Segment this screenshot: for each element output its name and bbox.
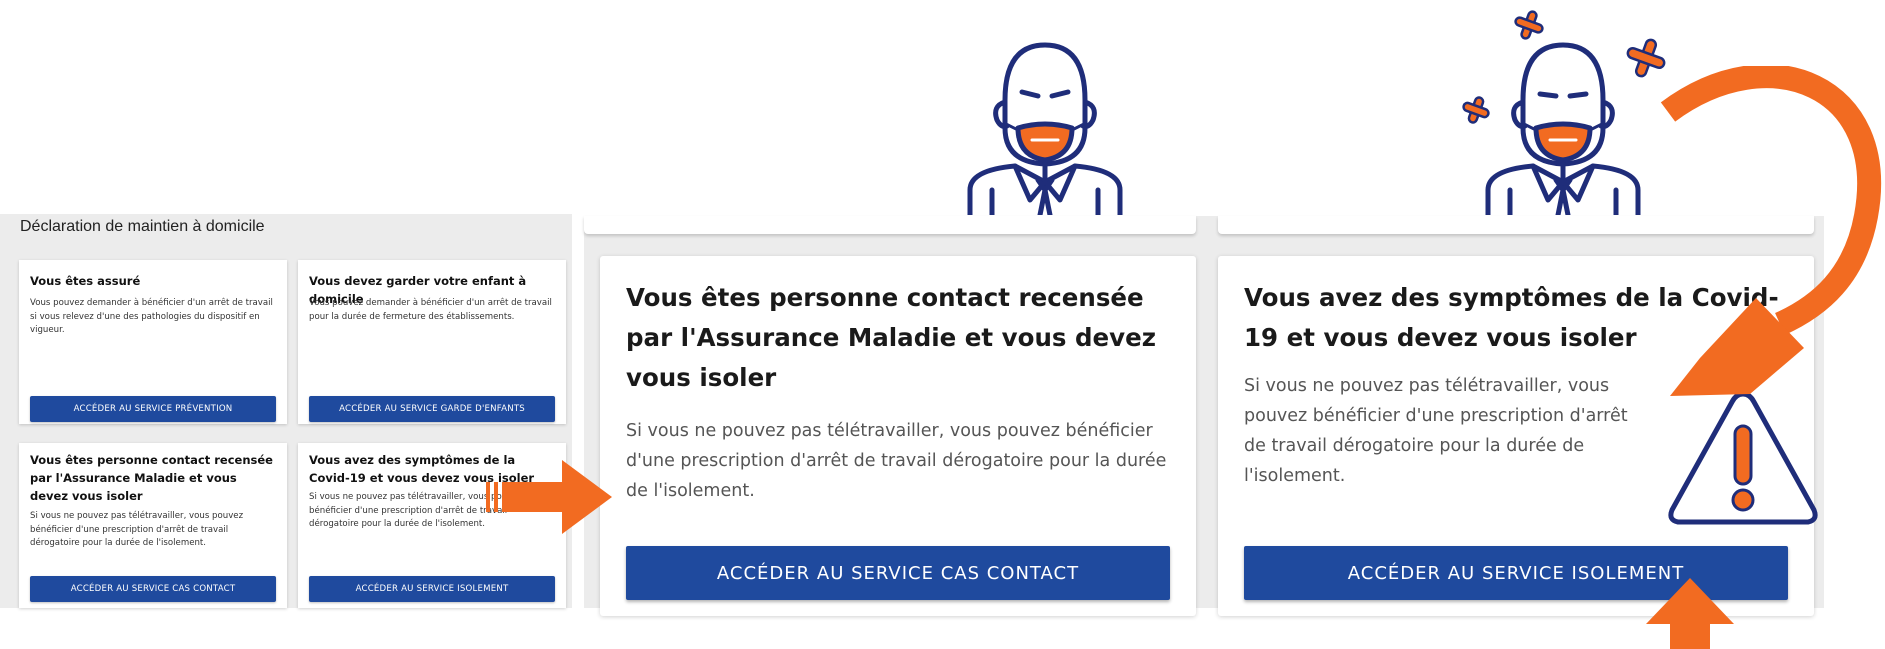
arrow-icon [1646, 578, 1734, 649]
masked-person-icon [967, 42, 1123, 215]
card-text: Vous pouvez demander à bénéficier d'un a… [30, 298, 273, 335]
card-text: Si vous ne pouvez pas télétravailler, vo… [1244, 376, 1628, 486]
card-cas-contact: Vous êtes personne contact recensée par … [19, 443, 287, 608]
zoomed-panel: Vous êtes personne contact recensée par … [584, 216, 1824, 616]
service-cas-contact-button[interactable]: ACCÉDER AU SERVICE CAS CONTACT [30, 576, 276, 602]
card-text: Si vous ne pouvez pas télétravailler, vo… [626, 421, 1167, 501]
service-isolement-button[interactable]: ACCÉDER AU SERVICE ISOLEMENT [309, 576, 555, 602]
overview-panel: Déclaration de maintien à domicile Vous … [0, 214, 572, 608]
card-title: Vous êtes personne contact recensée par … [30, 453, 273, 503]
arrow-icon [486, 460, 612, 534]
page-title: Déclaration de maintien à domicile [20, 218, 265, 235]
card-top-edge [584, 216, 1196, 234]
card-title: Vous êtes assuré [30, 274, 141, 288]
card-cas-contact-zoomed: Vous êtes personne contact recensée par … [600, 256, 1196, 616]
card-assure: Vous êtes assuré Vous pouvez demander à … [19, 260, 287, 424]
virus-icon [1514, 10, 1544, 40]
card-text: Vous pouvez demander à bénéficier d'un a… [309, 298, 552, 322]
sick-masked-person-icon [1485, 42, 1641, 215]
card-title: Vous êtes personne contact recensée par … [626, 283, 1157, 392]
arrow-icon [1660, 66, 1882, 396]
warning-icon [1668, 391, 1818, 525]
service-cas-contact-button[interactable]: ACCÉDER AU SERVICE CAS CONTACT [626, 546, 1170, 600]
virus-icon [1462, 96, 1490, 124]
card-text: Si vous ne pouvez pas télétravailler, vo… [30, 511, 244, 548]
service-garde-enfants-button[interactable]: ACCÉDER AU SERVICE GARDE D'ENFANTS [309, 396, 555, 422]
service-prevention-button[interactable]: ACCÉDER AU SERVICE PRÉVENTION [30, 396, 276, 422]
card-garde-enfant: Vous devez garder votre enfant à domicil… [298, 260, 566, 424]
